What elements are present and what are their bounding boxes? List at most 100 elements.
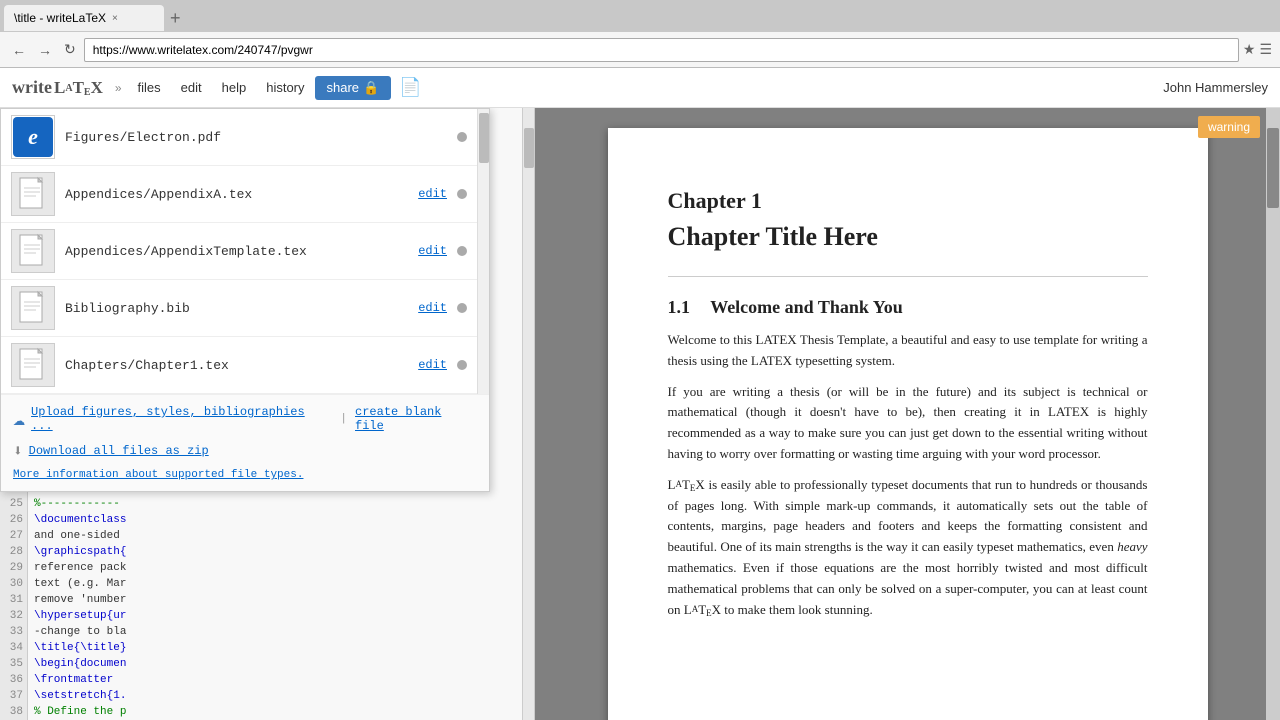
code-line: \begin{documen bbox=[34, 656, 516, 672]
file-thumbnail bbox=[11, 286, 55, 330]
file-item[interactable]: Appendices/AppendixTemplate.tex edit bbox=[1, 223, 477, 280]
code-line: remove 'number bbox=[34, 592, 516, 608]
pdf-icon[interactable]: 📄 bbox=[399, 77, 421, 98]
code-line: \hypersetup{ur bbox=[34, 608, 516, 624]
code-scrollbar[interactable] bbox=[522, 108, 534, 720]
paragraph-2: If you are writing a thesis (or will be … bbox=[668, 382, 1148, 465]
forward-button[interactable]: → bbox=[34, 40, 56, 60]
tab-close-button[interactable]: × bbox=[112, 13, 118, 24]
code-line: and one-sided bbox=[34, 528, 516, 544]
code-line: text (e.g. Mar bbox=[34, 576, 516, 592]
warning-badge: warning bbox=[1198, 116, 1260, 138]
upload-cloud-icon: ☁ bbox=[13, 406, 25, 432]
code-scroll-thumb bbox=[524, 128, 534, 168]
file-list-scroll-thumb bbox=[479, 113, 489, 163]
code-line: %------------ bbox=[34, 496, 516, 512]
file-thumbnail: e bbox=[11, 115, 55, 159]
pdf-scrollbar[interactable] bbox=[1266, 108, 1280, 720]
user-name: John Hammersley bbox=[1163, 80, 1268, 95]
main-layout: 1234567891011121314151617181920212223242… bbox=[0, 108, 1280, 720]
file-item[interactable]: Chapters/Chapter1.tex edit bbox=[1, 337, 477, 394]
file-list-container: e Figures/Electron.pdf Appendices/Appendix… bbox=[1, 109, 489, 394]
share-lock-icon: 🔒 bbox=[363, 80, 379, 96]
code-line: \frontmatter bbox=[34, 672, 516, 688]
file-edit-link[interactable]: edit bbox=[418, 301, 447, 315]
app-header: write LATEX » files edit help history sh… bbox=[0, 68, 1280, 108]
file-edit-link[interactable]: edit bbox=[418, 358, 447, 372]
download-row: ⬇ Download all files as zip bbox=[13, 441, 477, 461]
address-bar: ← → ↻ ★ ☰ bbox=[0, 32, 1280, 68]
chapter-number: Chapter 1 bbox=[668, 188, 1148, 214]
file-thumbnail bbox=[11, 343, 55, 387]
menu-files[interactable]: files bbox=[128, 76, 171, 99]
pdf-preview: warning Chapter 1 Chapter Title Here 1.1… bbox=[535, 108, 1280, 720]
refresh-button[interactable]: ↻ bbox=[60, 39, 80, 60]
file-status-dot bbox=[457, 303, 467, 313]
file-panel: e Figures/Electron.pdf Appendices/Appendix… bbox=[0, 108, 490, 492]
file-status-dot bbox=[457, 189, 467, 199]
file-name: Chapters/Chapter1.tex bbox=[65, 358, 408, 373]
download-link[interactable]: Download all files as zip bbox=[29, 444, 209, 458]
upload-row: ☁ Upload figures, styles, bibliographies… bbox=[13, 405, 477, 433]
file-item[interactable]: Appendices/AppendixA.tex edit bbox=[1, 166, 477, 223]
code-line: -change to bla bbox=[34, 624, 516, 640]
file-name: Appendices/AppendixTemplate.tex bbox=[65, 244, 408, 259]
file-status-dot bbox=[457, 132, 467, 142]
paragraph-3: LATEX is easily able to professionally t… bbox=[668, 475, 1148, 621]
file-name: Bibliography.bib bbox=[65, 301, 408, 316]
code-line: \graphicspath{ bbox=[34, 544, 516, 560]
file-edit-link[interactable]: edit bbox=[418, 244, 447, 258]
chapter-title: Chapter Title Here bbox=[668, 222, 1148, 252]
menu-icon: ☰ bbox=[1259, 41, 1272, 58]
menu-history[interactable]: history bbox=[256, 76, 314, 99]
file-name: Appendices/AppendixA.tex bbox=[65, 187, 408, 202]
code-line: \documentclass bbox=[34, 512, 516, 528]
code-line: % Define the p bbox=[34, 704, 516, 720]
star-icon: ★ bbox=[1243, 41, 1256, 58]
separator: | bbox=[340, 413, 347, 425]
menu-help[interactable]: help bbox=[212, 76, 257, 99]
file-status-dot bbox=[457, 360, 467, 370]
new-tab-button[interactable]: + bbox=[164, 8, 187, 29]
tab-title: \title - writeLaTeX bbox=[14, 11, 106, 25]
doc-icon bbox=[18, 233, 48, 269]
menu-edit[interactable]: edit bbox=[171, 76, 212, 99]
address-input[interactable] bbox=[84, 38, 1239, 62]
active-tab[interactable]: \title - writeLaTeX × bbox=[4, 5, 164, 31]
file-item[interactable]: Bibliography.bib edit bbox=[1, 280, 477, 337]
file-list-scrollbar[interactable] bbox=[477, 109, 489, 394]
logo-arrow: » bbox=[115, 81, 122, 95]
menu-bar: files edit help history share 🔒 📄 bbox=[128, 76, 1164, 100]
logo-write: write bbox=[12, 77, 52, 98]
doc-icon bbox=[18, 290, 48, 326]
share-button[interactable]: share 🔒 bbox=[315, 76, 392, 100]
pdf-scroll-thumb bbox=[1267, 128, 1279, 208]
file-thumbnail bbox=[11, 172, 55, 216]
file-item[interactable]: e Figures/Electron.pdf bbox=[1, 109, 477, 166]
file-actions: ☁ Upload figures, styles, bibliographies… bbox=[1, 394, 489, 491]
file-name: Figures/Electron.pdf bbox=[65, 130, 447, 145]
code-line: \setstretch{1. bbox=[34, 688, 516, 704]
upload-link[interactable]: Upload figures, styles, bibliographies .… bbox=[31, 405, 332, 433]
more-info-link[interactable]: More information about supported file ty… bbox=[13, 469, 477, 481]
logo-latex: LATEX bbox=[54, 78, 103, 98]
file-edit-link[interactable]: edit bbox=[418, 187, 447, 201]
tab-bar: \title - writeLaTeX × + bbox=[0, 0, 1280, 32]
paragraph-1: Welcome to this LATEX Thesis Template, a… bbox=[668, 330, 1148, 372]
logo: write LATEX bbox=[12, 77, 103, 98]
create-blank-link[interactable]: create blank file bbox=[355, 405, 477, 433]
section-title-text: Welcome and Thank You bbox=[710, 297, 903, 317]
download-icon: ⬇ bbox=[13, 441, 23, 461]
share-label: share bbox=[327, 80, 360, 95]
pdf-page: Chapter 1 Chapter Title Here 1.1 Welcome… bbox=[608, 128, 1208, 720]
file-thumbnail bbox=[11, 229, 55, 273]
file-list: e Figures/Electron.pdf Appendices/Appendix… bbox=[1, 109, 477, 394]
file-status-dot bbox=[457, 246, 467, 256]
code-line: \title{\title} bbox=[34, 640, 516, 656]
back-button[interactable]: ← bbox=[8, 40, 30, 60]
section-title: 1.1 Welcome and Thank You bbox=[668, 297, 1148, 318]
section-number: 1.1 bbox=[668, 297, 691, 317]
doc-icon bbox=[18, 347, 48, 383]
code-line: reference pack bbox=[34, 560, 516, 576]
electron-icon: e bbox=[13, 117, 53, 157]
